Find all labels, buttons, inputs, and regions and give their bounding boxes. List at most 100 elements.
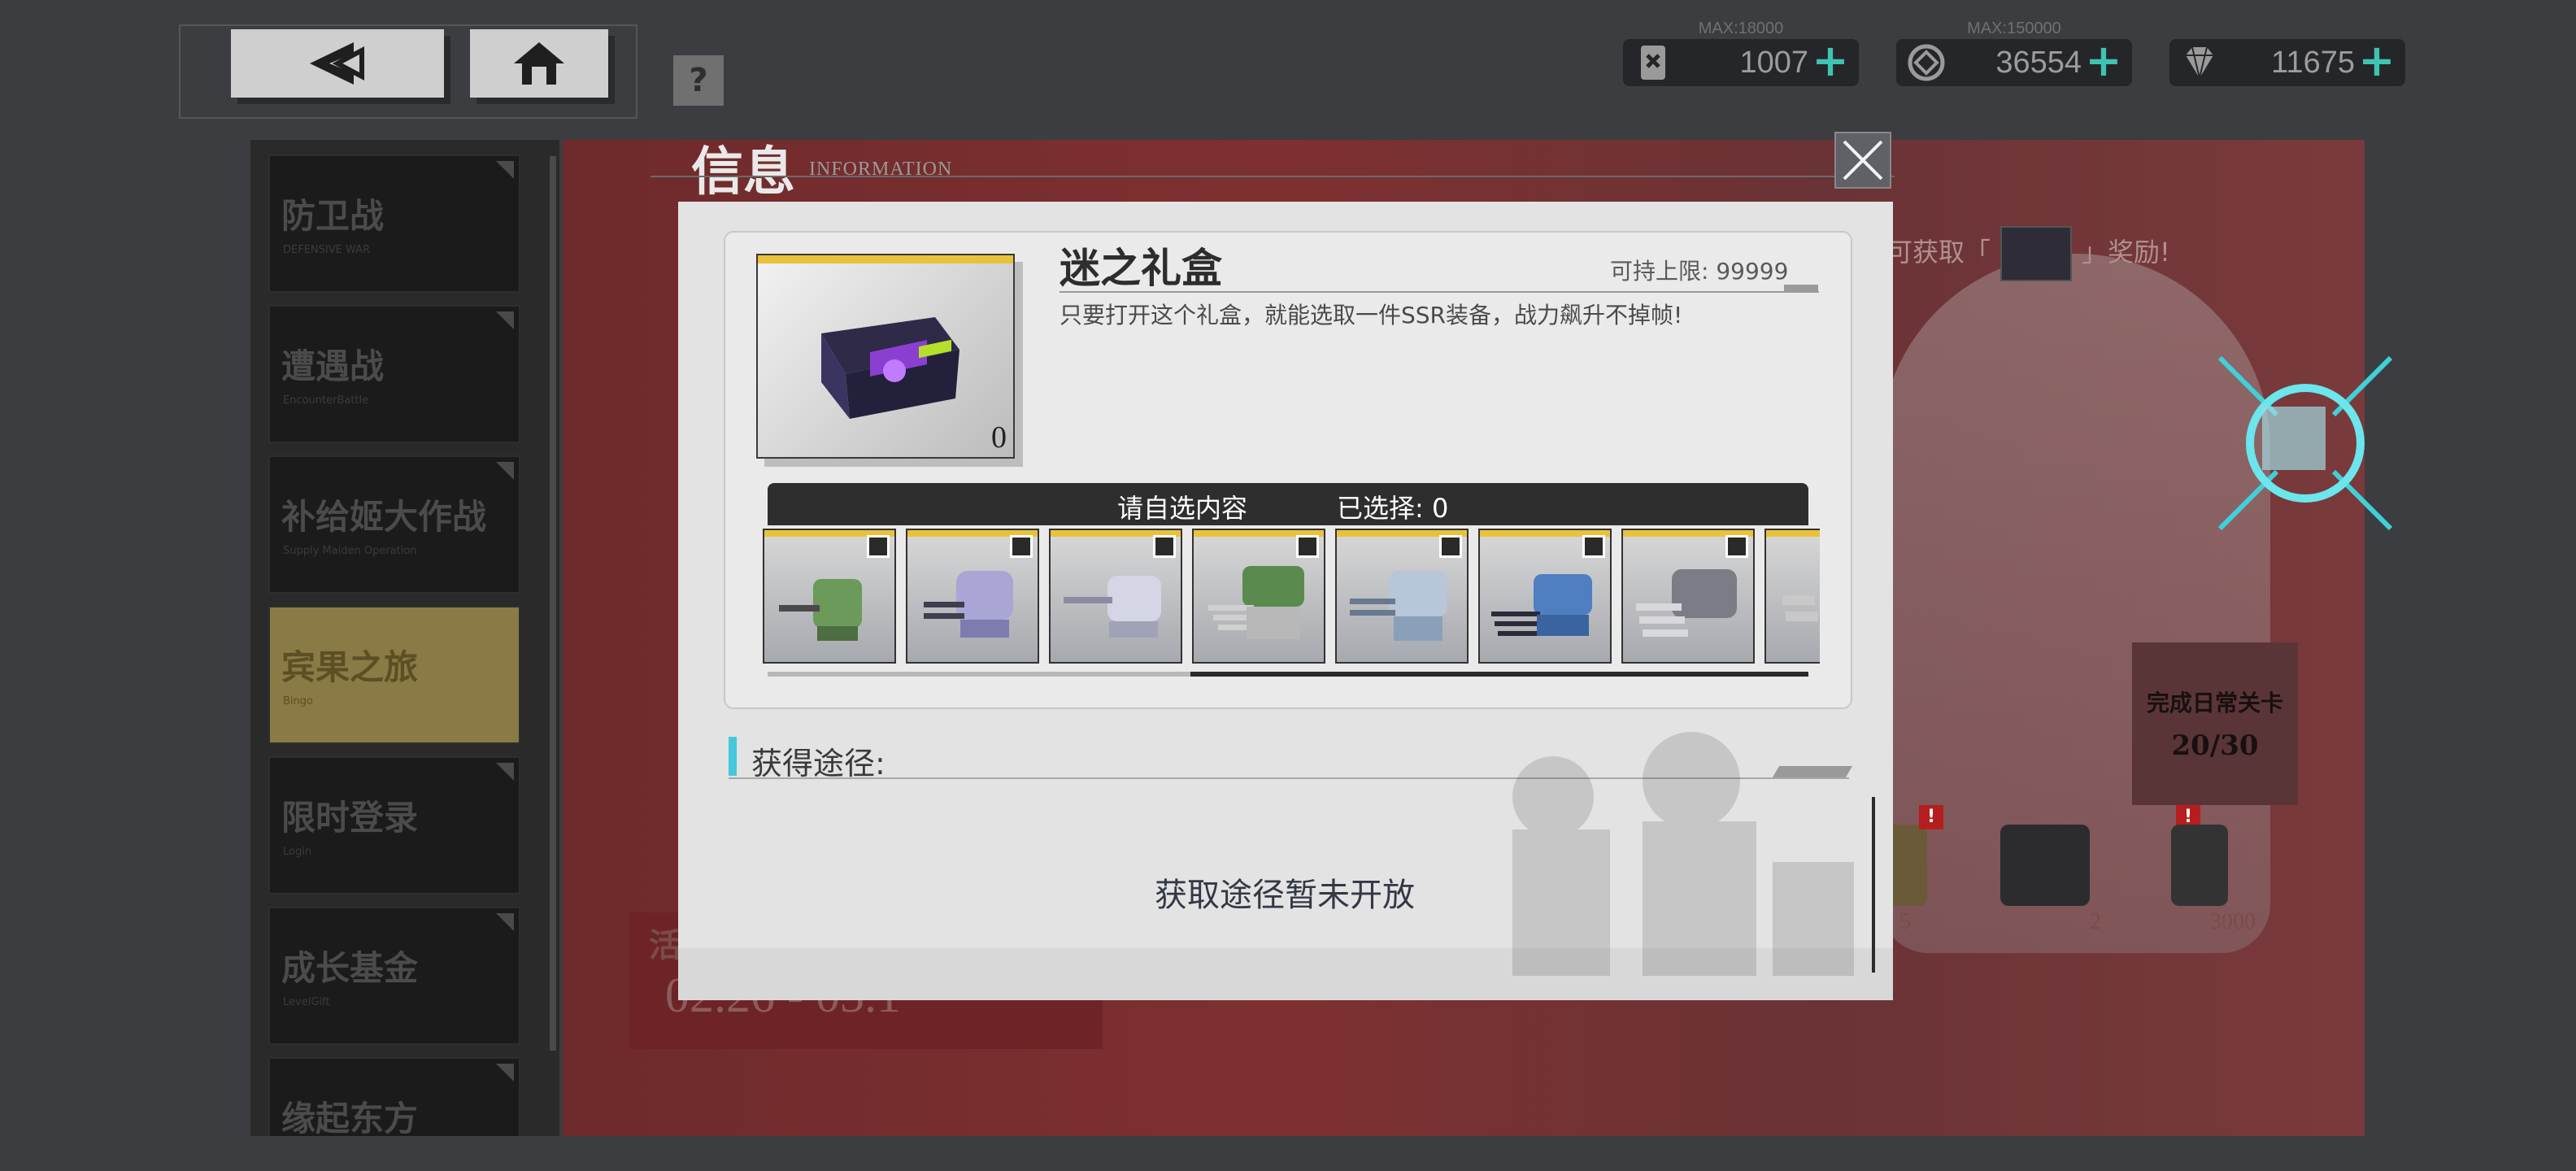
source-label: 获得途径: bbox=[751, 746, 886, 781]
close-button[interactable] bbox=[1834, 132, 1891, 189]
reward-hint-prefix: 可获取「 bbox=[1886, 237, 1991, 268]
divider-tab bbox=[1784, 285, 1818, 293]
sidebar-item-orient[interactable]: 缘起东方 bbox=[268, 1057, 520, 1136]
sidebar-item-label: 宾果之旅 bbox=[281, 647, 419, 687]
source-unavailable-message: 获取途径暂未开放 bbox=[1155, 877, 1415, 914]
dialog-frame-line bbox=[651, 176, 1895, 177]
sidebar-item-label: 防卫战 bbox=[281, 196, 385, 236]
source-scrollbar[interactable] bbox=[1872, 797, 1875, 973]
selection-count: 已选择: 0 bbox=[1337, 493, 1449, 524]
reward-count: 3000 bbox=[2210, 909, 2256, 934]
equipment-slot[interactable] bbox=[1049, 529, 1182, 664]
daily-stage-tile[interactable]: 完成日常关卡 20/30 bbox=[2132, 642, 2298, 805]
alert-badge-icon: ! bbox=[1919, 805, 1943, 829]
add-coin-button[interactable]: + bbox=[2085, 39, 2122, 83]
fuel-barrel-icon bbox=[2171, 825, 2228, 906]
rarity-stripe bbox=[1766, 530, 1820, 537]
sidebar-item-encounter[interactable]: 遭遇战 EncounterBattle bbox=[268, 305, 520, 443]
sidebar-item-sublabel: Login bbox=[283, 846, 312, 858]
event-sidebar: 防卫战 DEFENSIVE WAR 遭遇战 EncounterBattle 补给… bbox=[250, 140, 559, 1136]
corner-mark-icon bbox=[496, 913, 514, 931]
reward-count: 5 bbox=[1899, 909, 1911, 934]
sidebar-item-label: 限时登录 bbox=[281, 798, 419, 838]
sidebar-item-sublabel: EncounterBattle bbox=[283, 394, 369, 407]
sidebar-item-label: 成长基金 bbox=[281, 948, 419, 988]
reward-item[interactable]: ! 2 bbox=[1984, 805, 2200, 935]
reward-hint-item-icon bbox=[2000, 226, 2073, 281]
blue-triple-gun-turret-icon bbox=[1491, 574, 1592, 636]
daily-stage-progress: 20/30 bbox=[2171, 729, 2259, 762]
resource-value: 11675 bbox=[2271, 46, 2355, 80]
resource-value: 1007 bbox=[1739, 46, 1808, 80]
reward-hint: 可获取「 」奖励! bbox=[1886, 226, 2170, 281]
help-button[interactable]: ? bbox=[673, 55, 724, 106]
partial-gun-turret-icon bbox=[1782, 595, 1818, 621]
sidebar-item-bingo[interactable]: 宾果之旅 Bingo bbox=[268, 606, 520, 744]
corner-mark-icon bbox=[496, 763, 514, 781]
reward-count: 2 bbox=[2090, 909, 2101, 934]
item-name: 迷之礼盒 bbox=[1060, 244, 1222, 292]
sidebar-item-sublabel: DEFENSIVE WAR bbox=[283, 244, 371, 256]
home-button[interactable] bbox=[470, 29, 608, 98]
fuel-canister-icon bbox=[1641, 46, 1665, 80]
equipment-choice-grid bbox=[763, 529, 1820, 667]
corner-mark-icon bbox=[496, 161, 514, 179]
hold-limit: 可持上限: 99999 bbox=[1610, 258, 1789, 285]
mystery-gift-box-icon bbox=[821, 317, 959, 419]
equipment-slot[interactable] bbox=[1621, 529, 1755, 664]
sidebar-scrollbar[interactable] bbox=[550, 156, 556, 1051]
resource-coin: MAX:150000 36554 + bbox=[1896, 20, 2132, 86]
sidebar-item-label: 补给姬大作战 bbox=[281, 497, 487, 537]
sidebar-item-supply[interactable]: 补给姬大作战 Supply Maiden Operation bbox=[268, 455, 520, 594]
item-count: 0 bbox=[991, 420, 1007, 455]
selection-prompt: 请自选内容 bbox=[1117, 493, 1248, 524]
green-single-gun-turret-icon bbox=[779, 579, 862, 641]
add-fuel-button[interactable]: + bbox=[1812, 39, 1849, 83]
add-gem-button[interactable]: + bbox=[2358, 39, 2395, 83]
sidebar-item-label: 缘起东方 bbox=[281, 1099, 419, 1136]
grid-scrollbar[interactable] bbox=[768, 672, 1808, 677]
item-description: 只要打开这个礼盒，就能选取一件SSR装备，战力飙升不掉帧! bbox=[1060, 302, 1683, 329]
lavender-twin-gun-turret-icon bbox=[924, 571, 1013, 638]
corner-mark-icon bbox=[496, 462, 514, 480]
reward-hint-suffix: 」奖励! bbox=[2082, 237, 2170, 268]
source-accent-bar bbox=[729, 737, 737, 776]
rarity-stripe bbox=[758, 255, 1013, 263]
sidebar-item-defense[interactable]: 防卫战 DEFENSIVE WAR bbox=[268, 155, 520, 293]
dialog-title: 信息 bbox=[691, 141, 795, 202]
corner-mark-icon bbox=[496, 311, 514, 329]
coin-icon bbox=[1908, 44, 1945, 81]
sidebar-item-sublabel: LevelGift bbox=[283, 996, 330, 1008]
equipment-slot[interactable] bbox=[1478, 529, 1612, 664]
selection-header: 请自选内容 已选择: 0 bbox=[768, 483, 1808, 525]
gem-icon bbox=[2186, 46, 2213, 79]
equipment-slot[interactable] bbox=[1764, 529, 1820, 664]
touch-cursor-icon bbox=[2217, 355, 2393, 531]
divider bbox=[1060, 291, 1819, 293]
resource-fuel: MAX:18000 1007 + bbox=[1623, 20, 1859, 86]
steel-twin-gun-turret-icon bbox=[1350, 571, 1447, 641]
event-title: 活 bbox=[649, 927, 681, 964]
reward-item[interactable]: 3000 bbox=[2139, 813, 2261, 935]
sidebar-item-sublabel: Supply Maiden Operation bbox=[283, 545, 417, 557]
home-icon bbox=[514, 42, 564, 85]
corner-mark-icon bbox=[496, 1064, 514, 1082]
back-button[interactable] bbox=[231, 29, 444, 98]
daily-stage-label: 完成日常关卡 bbox=[2146, 690, 2283, 716]
character-silhouette-watermark bbox=[1512, 732, 1854, 976]
equipment-slot[interactable] bbox=[906, 529, 1039, 664]
sidebar-item-growth-fund[interactable]: 成长基金 LevelGift bbox=[268, 907, 520, 1045]
sidebar-item-login[interactable]: 限时登录 Login bbox=[268, 756, 520, 895]
grey-triple-gun-turret-icon bbox=[1636, 569, 1737, 637]
item-thumbnail: 0 bbox=[756, 254, 1015, 459]
silver-single-gun-turret-icon bbox=[1064, 576, 1161, 638]
equipment-slot[interactable] bbox=[763, 529, 896, 664]
equipment-slot[interactable] bbox=[1335, 529, 1469, 664]
equipment-slot[interactable] bbox=[1192, 529, 1325, 664]
sidebar-item-label: 遭遇战 bbox=[281, 346, 385, 386]
resource-gem: 11675 + bbox=[2169, 39, 2405, 86]
ammo-crate-icon bbox=[2000, 825, 2090, 906]
reward-row: ! 5 ! 2 3000 bbox=[1870, 805, 2374, 935]
sidebar-item-sublabel: Bingo bbox=[283, 695, 313, 707]
grid-scrollbar-thumb[interactable] bbox=[1190, 672, 1808, 677]
